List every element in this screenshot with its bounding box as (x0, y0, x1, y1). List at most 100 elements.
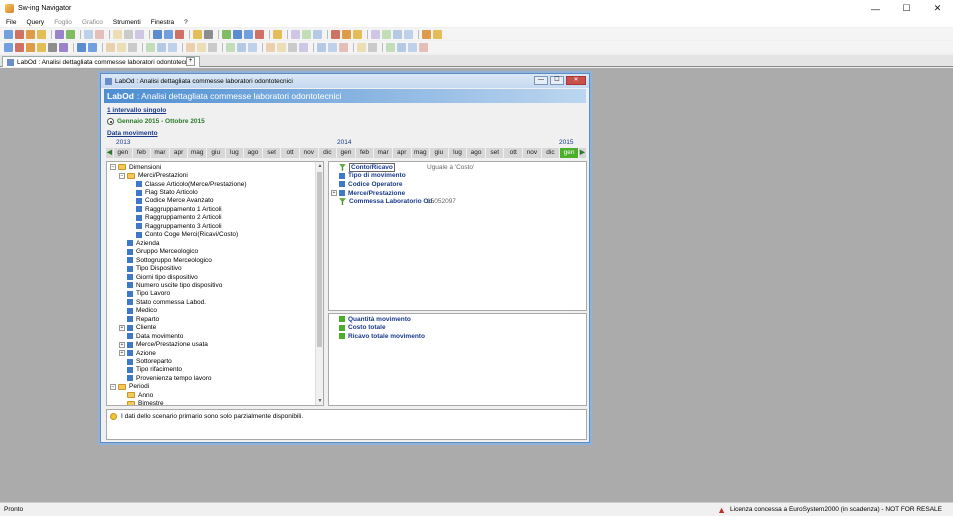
tree-item[interactable]: Numero uscite tipo dispositivo (119, 281, 222, 289)
month-cell[interactable]: apr (170, 148, 189, 158)
month-cell[interactable]: ago (467, 148, 486, 158)
toolbar-tb1-button-40-icon[interactable] (404, 29, 413, 39)
toolbar-tb2-button-18-icon[interactable] (186, 42, 195, 52)
month-cell[interactable]: dic (542, 148, 561, 158)
month-cell[interactable]: ott (281, 148, 300, 158)
toolbar-tb2-button-38-icon[interactable] (386, 42, 395, 52)
toolbar-tb2-button-31-icon[interactable] (317, 42, 326, 52)
toolbar-tb2-button-27-icon[interactable] (277, 42, 286, 52)
month-cell[interactable]: mar (374, 148, 393, 158)
timeline-left-arrow-icon[interactable]: ◀ (106, 148, 114, 158)
menu-item-6[interactable]: ? (184, 19, 188, 26)
toolbar-tb1-button-11-icon[interactable] (113, 29, 122, 39)
filter-row[interactable]: Codice Operatore (339, 180, 403, 189)
toolbar-tb2-button-11-icon[interactable] (117, 42, 126, 52)
toolbar-tb1-button-16-icon[interactable] (164, 29, 173, 39)
interval-link[interactable]: 1 intervallo singolo (107, 107, 166, 114)
maximize-button[interactable]: ☐ (891, 0, 922, 17)
toolbar-tb1-button-5-icon[interactable] (55, 29, 64, 39)
tree-item[interactable]: Raggruppamento 3 Articoli (128, 222, 222, 230)
toolbar-tb1-button-1-icon[interactable] (15, 29, 24, 39)
tree-item[interactable]: Gruppo Merceologico (119, 248, 198, 256)
toolbar-tb1-button-3-icon[interactable] (37, 29, 46, 39)
toolbar-tb1-button-23-icon[interactable] (233, 29, 242, 39)
month-cell[interactable]: giu (207, 148, 226, 158)
menu-item-1[interactable]: Query (26, 19, 44, 26)
menu-item-2[interactable]: Foglio (54, 19, 72, 26)
toolbar-tb2-button-32-icon[interactable] (328, 42, 337, 52)
filter-row[interactable]: Conto/Ricavo Uguale a 'Costo' (339, 162, 474, 172)
scroll-up-icon[interactable]: ▲ (316, 162, 323, 170)
toolbar-tb1-button-43-icon[interactable] (433, 29, 442, 39)
toolbar-tb1-button-17-icon[interactable] (175, 29, 184, 39)
interval-radio[interactable] (107, 118, 114, 125)
minimize-button[interactable]: — (860, 0, 891, 17)
toolbar-tb2-button-15-icon[interactable] (157, 42, 166, 52)
month-cell[interactable]: set (263, 148, 282, 158)
toolbar-tb2-button-22-icon[interactable] (226, 42, 235, 52)
tree-item[interactable]: Raggruppamento 1 Articoli (128, 205, 222, 213)
toolbar-tb1-button-8-icon[interactable] (84, 29, 93, 39)
toolbar-tb1-button-20-icon[interactable] (204, 29, 213, 39)
timeline-right-arrow-icon[interactable]: ▶ (579, 148, 587, 158)
tree-item[interactable]: Tipo Dispositivo (119, 264, 182, 272)
toolbar-tb2-button-4-icon[interactable] (48, 42, 57, 52)
scroll-thumb[interactable] (317, 172, 322, 347)
document-tab[interactable]: LabOd : Analisi dettagliata commesse lab… (2, 56, 200, 67)
toolbar-tb1-button-15-icon[interactable] (153, 29, 162, 39)
tree-item[interactable]: Bimestre (119, 400, 164, 405)
interval-option[interactable]: Gennaio 2015 - Ottobre 2015 (107, 118, 205, 125)
toolbar-tb2-button-41-icon[interactable] (419, 42, 428, 52)
toolbar-tb1-button-31-icon[interactable] (313, 29, 322, 39)
toolbar-tb1-button-22-icon[interactable] (222, 29, 231, 39)
month-cell[interactable]: mar (151, 148, 170, 158)
toolbar-tb2-button-0-icon[interactable] (4, 42, 13, 52)
tree-item[interactable]: Tipo rifacimento (119, 366, 182, 374)
month-cell[interactable]: gen (114, 148, 133, 158)
tree-item[interactable]: Codice Merce Avanzato (128, 197, 214, 205)
tree-item[interactable]: + Merce/Prestazione usata (119, 340, 208, 348)
expand-toggle-icon[interactable]: − (119, 172, 125, 179)
toolbar-tb1-button-19-icon[interactable] (193, 29, 202, 39)
toolbar-tb1-button-13-icon[interactable] (135, 29, 144, 39)
month-cell[interactable]: ott (504, 148, 524, 158)
toolbar-tb2-button-1-icon[interactable] (15, 42, 24, 52)
toolbar-tb2-button-16-icon[interactable] (168, 42, 177, 52)
toolbar-tb2-button-29-icon[interactable] (299, 42, 308, 52)
month-cell[interactable]: set (486, 148, 505, 158)
menu-item-3[interactable]: Grafico (82, 19, 103, 26)
toolbar-tb2-button-35-icon[interactable] (357, 42, 366, 52)
scroll-down-icon[interactable]: ▼ (316, 397, 323, 405)
toolbar-tb1-button-38-icon[interactable] (382, 29, 391, 39)
add-tab-button[interactable]: + (186, 57, 195, 66)
toolbar-tb2-button-2-icon[interactable] (26, 42, 35, 52)
toolbar-tb1-button-34-icon[interactable] (342, 29, 351, 39)
toolbar-tb2-button-28-icon[interactable] (288, 42, 297, 52)
month-cell[interactable]: gen (337, 148, 356, 158)
toolbar-tb1-button-2-icon[interactable] (26, 29, 35, 39)
toolbar-tb2-button-8-icon[interactable] (88, 42, 97, 52)
analysis-window-titlebar[interactable]: LabOd : Analisi dettagliata commesse lab… (101, 74, 589, 88)
tree-item[interactable]: Flag Stato Articolo (128, 188, 198, 196)
measure-row[interactable]: Costo totale (339, 324, 386, 333)
tree-item[interactable]: + Azione (119, 349, 156, 357)
toolbar-tb1-button-9-icon[interactable] (95, 29, 104, 39)
inner-minimize-button[interactable]: — (534, 76, 548, 85)
toolbar-tb1-button-0-icon[interactable] (4, 29, 13, 39)
toolbar-tb1-button-25-icon[interactable] (255, 29, 264, 39)
month-cell[interactable]: nov (523, 148, 542, 158)
filter-row[interactable]: + Merce/Prestazione (331, 189, 405, 198)
menu-item-5[interactable]: Finestra (151, 19, 174, 26)
tree-item[interactable]: Medico (119, 307, 157, 315)
month-cell[interactable]: nov (300, 148, 319, 158)
month-cell[interactable]: mag (412, 148, 431, 158)
tree-item[interactable]: Raggruppamento 2 Articoli (128, 214, 222, 222)
tree-item[interactable]: Giorni tipo dispositivo (119, 273, 198, 281)
measure-row[interactable]: Ricavo totale movimento (339, 332, 425, 341)
toolbar-tb1-button-6-icon[interactable] (66, 29, 75, 39)
tree-item[interactable]: Anno (119, 391, 153, 399)
toolbar-tb2-button-36-icon[interactable] (368, 42, 377, 52)
toolbar-tb2-button-23-icon[interactable] (237, 42, 246, 52)
expand-toggle-icon[interactable]: + (119, 341, 125, 348)
toolbar-tb1-button-37-icon[interactable] (371, 29, 380, 39)
